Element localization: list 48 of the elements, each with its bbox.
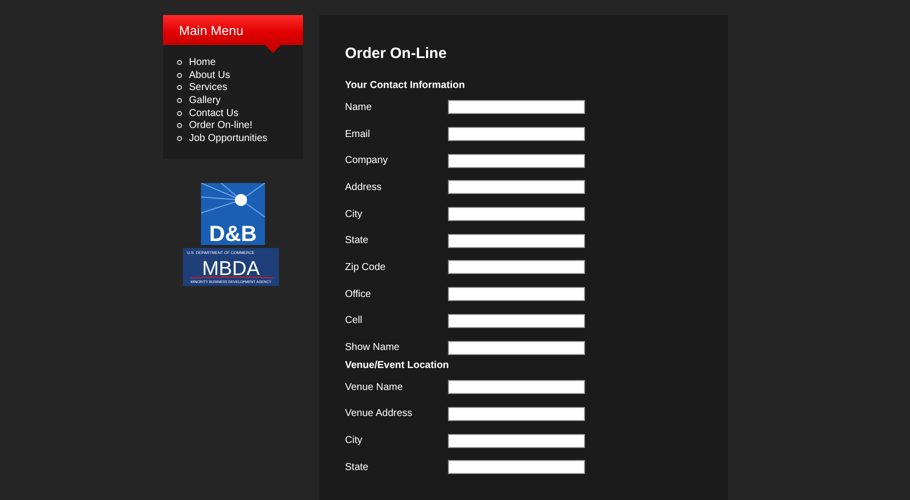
input-field[interactable] (448, 340, 585, 355)
menu-link[interactable]: Job Opportunities (189, 132, 268, 144)
input-field[interactable] (448, 460, 585, 474)
field-label: Cell (345, 315, 364, 326)
menu-link[interactable]: About Us (189, 70, 230, 81)
section-heading: Venue/Event Location (345, 358, 450, 373)
field-label: Show Name (345, 342, 400, 354)
menu-link[interactable]: Gallery (189, 94, 221, 106)
field-label: Zip Code (345, 262, 387, 273)
input-field[interactable] (448, 100, 585, 114)
dnb-logo: D&B (201, 182, 265, 245)
input-field[interactable] (448, 234, 585, 248)
bullet-icon (177, 98, 182, 103)
input-field[interactable] (448, 287, 585, 302)
input-field[interactable] (448, 260, 585, 274)
field-label: State (345, 235, 370, 246)
page-title: Order On-Line (345, 45, 448, 62)
input-field[interactable] (448, 207, 585, 222)
menu-link[interactable]: Home (189, 56, 216, 68)
bullet-icon (177, 123, 182, 128)
input-field[interactable] (448, 154, 585, 168)
field-label: Address (345, 182, 383, 193)
field-label: Venue Name (345, 382, 404, 393)
field-label: State (345, 462, 370, 473)
bullet-icon (177, 136, 182, 141)
input-field[interactable] (448, 127, 585, 142)
field-label: City (345, 208, 364, 220)
menu-link[interactable]: Services (189, 82, 228, 94)
bullet-icon (177, 110, 182, 116)
field-label: Office (345, 288, 372, 300)
input-field[interactable] (448, 406, 585, 421)
section-heading: Your Contact Information (345, 79, 466, 93)
field-label: City (345, 435, 364, 446)
input-field[interactable] (448, 434, 585, 448)
menu-link[interactable]: Order On-line! (189, 120, 252, 132)
menu-link[interactable]: Contact Us (189, 108, 238, 119)
input-field[interactable] (448, 180, 585, 194)
bullet-icon (177, 72, 182, 78)
bullet-icon (177, 85, 182, 90)
field-label: Name (345, 102, 373, 113)
pointer-icon (265, 45, 281, 53)
field-label: Email (345, 128, 372, 140)
input-field[interactable] (448, 380, 585, 394)
input-field[interactable] (448, 314, 585, 328)
field-label: Venue Address (345, 408, 414, 420)
field-label: Company (345, 155, 389, 166)
menu-title: Main Menu (179, 22, 244, 38)
bullet-icon (177, 60, 182, 65)
